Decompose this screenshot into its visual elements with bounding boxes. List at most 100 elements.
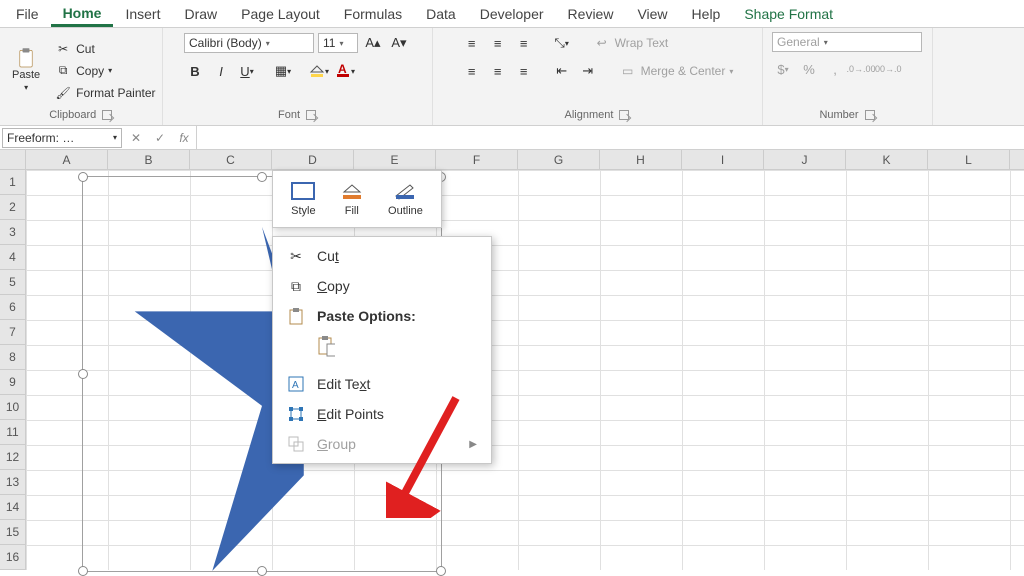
row-header[interactable]: 5 xyxy=(0,270,26,295)
align-right-button[interactable]: ≡ xyxy=(513,60,535,82)
column-header[interactable]: K xyxy=(846,150,928,169)
ctx-copy[interactable]: ⧉ Copy xyxy=(273,271,491,301)
align-center-button[interactable]: ≡ xyxy=(487,60,509,82)
resize-handle-se[interactable] xyxy=(436,566,446,576)
edit-points-icon xyxy=(287,405,305,423)
number-format-combo[interactable]: General▾ xyxy=(772,32,922,52)
ctx-edit-text[interactable]: A Edit Text xyxy=(273,369,491,399)
underline-button[interactable]: U▾ xyxy=(236,60,258,82)
column-header[interactable]: C xyxy=(190,150,272,169)
tab-file[interactable]: File xyxy=(4,2,51,26)
align-left-button[interactable]: ≡ xyxy=(461,60,483,82)
row-header[interactable]: 6 xyxy=(0,295,26,320)
shape-style-button[interactable]: Style xyxy=(291,182,315,217)
increase-font-size-button[interactable]: A▴ xyxy=(362,32,384,54)
ctx-cut[interactable]: ✂ Cut xyxy=(273,241,491,271)
align-middle-icon: ≡ xyxy=(494,36,502,51)
column-header[interactable]: L xyxy=(928,150,1010,169)
row-header[interactable]: 4 xyxy=(0,245,26,270)
row-header[interactable]: 7 xyxy=(0,320,26,345)
tab-review[interactable]: Review xyxy=(556,2,626,26)
font-size-combo[interactable]: 11▾ xyxy=(318,33,358,53)
increase-decimal-button[interactable]: .0→.00 xyxy=(850,58,872,80)
tab-view[interactable]: View xyxy=(625,2,679,26)
row-header[interactable]: 9 xyxy=(0,370,26,395)
row-header[interactable]: 13 xyxy=(0,470,26,495)
column-header[interactable]: B xyxy=(108,150,190,169)
tab-home[interactable]: Home xyxy=(51,1,114,27)
row-header[interactable]: 12 xyxy=(0,445,26,470)
tab-formulas[interactable]: Formulas xyxy=(332,2,414,26)
decrease-indent-button[interactable]: ⇤ xyxy=(551,60,573,82)
align-bottom-button[interactable]: ≡ xyxy=(513,32,535,54)
select-all-corner[interactable] xyxy=(0,150,26,169)
percent-format-button[interactable]: % xyxy=(798,58,820,80)
merge-center-button[interactable]: ▭ Merge & Center ▾ xyxy=(619,62,734,80)
column-header[interactable]: D xyxy=(272,150,354,169)
decrease-decimal-button[interactable]: .00→.0 xyxy=(876,58,898,80)
decrease-font-size-button[interactable]: A▾ xyxy=(388,32,410,54)
tab-draw[interactable]: Draw xyxy=(172,2,229,26)
column-header[interactable]: J xyxy=(764,150,846,169)
resize-handle-w[interactable] xyxy=(78,369,88,379)
row-header[interactable]: 14 xyxy=(0,495,26,520)
font-color-button[interactable]: A▾ xyxy=(334,60,356,82)
italic-button[interactable]: I xyxy=(210,60,232,82)
shape-outline-button[interactable]: Outline xyxy=(388,182,423,217)
column-header[interactable]: G xyxy=(518,150,600,169)
insert-function-button[interactable]: fx xyxy=(172,131,196,145)
cell-area[interactable]: Style Fill Outline ✂ Cut ⧉ xyxy=(26,170,1024,570)
comma-format-button[interactable]: , xyxy=(824,58,846,80)
tab-data[interactable]: Data xyxy=(414,2,468,26)
row-header[interactable]: 11 xyxy=(0,420,26,445)
row-header[interactable]: 1 xyxy=(0,170,26,195)
paste-button[interactable]: Paste ▾ xyxy=(6,47,46,94)
borders-button[interactable]: ▦▾ xyxy=(272,60,294,82)
fill-color-button[interactable]: ▾ xyxy=(308,60,330,82)
increase-indent-button[interactable]: ⇥ xyxy=(577,60,599,82)
tab-insert[interactable]: Insert xyxy=(113,2,172,26)
name-box[interactable]: Freeform: … ▾ xyxy=(2,128,122,148)
column-header[interactable]: A xyxy=(26,150,108,169)
resize-handle-n[interactable] xyxy=(257,172,267,182)
accounting-format-button[interactable]: $▾ xyxy=(772,58,794,80)
bold-button[interactable]: B xyxy=(184,60,206,82)
ctx-edit-points[interactable]: Edit Points xyxy=(273,399,491,429)
row-header[interactable]: 8 xyxy=(0,345,26,370)
tab-developer[interactable]: Developer xyxy=(468,2,556,26)
ctx-paste-option-default[interactable] xyxy=(273,331,491,361)
ctx-group[interactable]: Group ▶ xyxy=(273,429,491,459)
align-top-button[interactable]: ≡ xyxy=(461,32,483,54)
tab-help[interactable]: Help xyxy=(680,2,733,26)
cancel-formula-button[interactable]: ✕ xyxy=(124,131,148,145)
row-header[interactable]: 15 xyxy=(0,520,26,545)
dialog-launcher-clipboard[interactable] xyxy=(102,110,112,120)
font-name-combo[interactable]: Calibri (Body)▾ xyxy=(184,33,314,53)
dialog-launcher-alignment[interactable] xyxy=(619,110,629,120)
column-header[interactable]: E xyxy=(354,150,436,169)
dialog-launcher-number[interactable] xyxy=(865,110,875,120)
row-header[interactable]: 10 xyxy=(0,395,26,420)
scissors-icon: ✂ xyxy=(287,247,305,265)
resize-handle-sw[interactable] xyxy=(78,566,88,576)
format-painter-button[interactable]: 🖌 Format Painter xyxy=(54,84,155,102)
align-middle-button[interactable]: ≡ xyxy=(487,32,509,54)
shape-fill-button[interactable]: Fill xyxy=(340,182,364,217)
orientation-button[interactable]: ⤡▾ xyxy=(551,32,573,54)
dialog-launcher-font[interactable] xyxy=(306,110,316,120)
column-header[interactable]: F xyxy=(436,150,518,169)
row-header[interactable]: 16 xyxy=(0,545,26,570)
column-header[interactable]: H xyxy=(600,150,682,169)
resize-handle-s[interactable] xyxy=(257,566,267,576)
cut-button[interactable]: ✂ Cut xyxy=(54,40,155,58)
wrap-text-button[interactable]: ↩ Wrap Text xyxy=(593,34,669,52)
formula-input[interactable] xyxy=(196,126,1024,149)
tab-shape-format[interactable]: Shape Format xyxy=(732,2,845,26)
resize-handle-nw[interactable] xyxy=(78,172,88,182)
row-header[interactable]: 2 xyxy=(0,195,26,220)
tab-page-layout[interactable]: Page Layout xyxy=(229,2,332,26)
row-header[interactable]: 3 xyxy=(0,220,26,245)
copy-button[interactable]: ⧉ Copy ▾ xyxy=(54,62,155,80)
enter-formula-button[interactable]: ✓ xyxy=(148,131,172,145)
column-header[interactable]: I xyxy=(682,150,764,169)
